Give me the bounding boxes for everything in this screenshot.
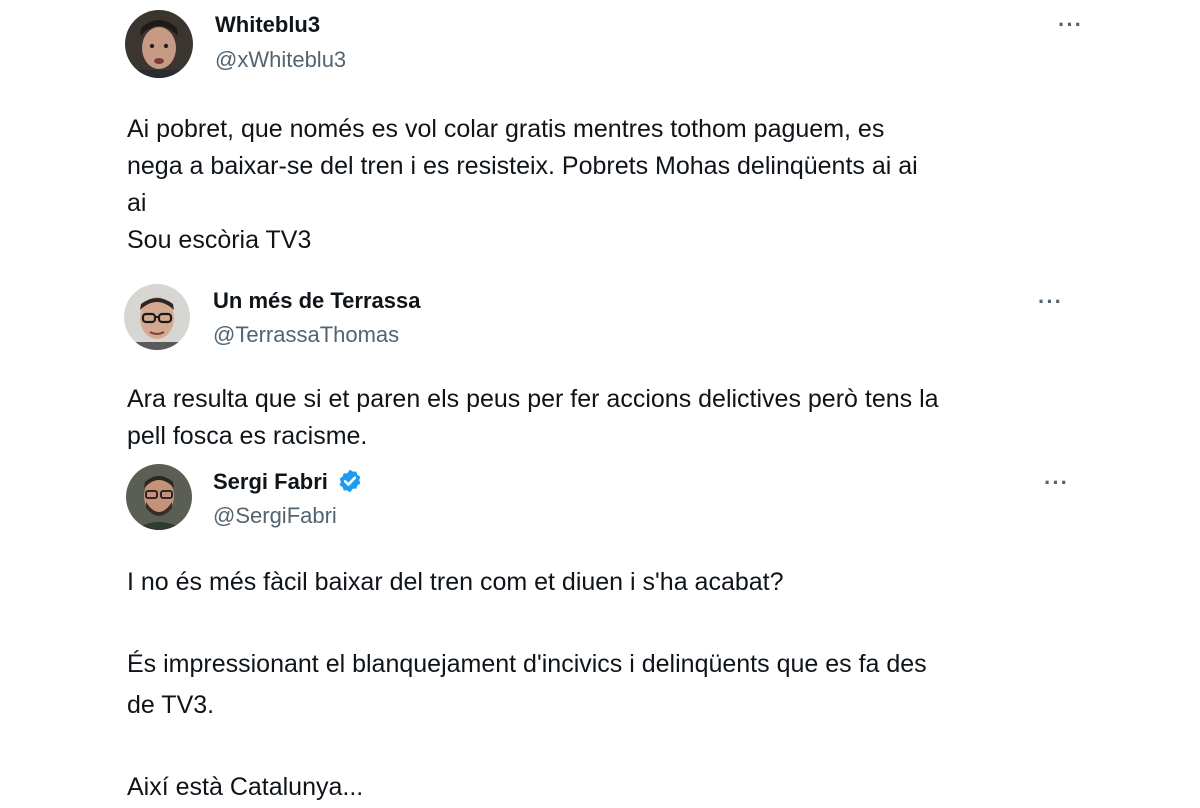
display-name[interactable]: Whiteblu3 (215, 12, 320, 38)
more-options-button[interactable]: ··· (1058, 14, 1083, 36)
user-handle[interactable]: @SergiFabri (213, 503, 337, 529)
user-avatar-icon (125, 10, 193, 78)
more-options-button[interactable]: ··· (1044, 472, 1069, 494)
tweet-text: Ara resulta que si et paren els peus per… (127, 385, 939, 450)
tweet-card[interactable]: Whiteblu3 @xWhiteblu3 ··· Ai pobret, que… (100, 0, 1120, 272)
tweet-text: I no és més fàcil baixar del tren com et… (127, 568, 927, 801)
user-avatar-icon (124, 284, 190, 350)
user-handle[interactable]: @TerrassaThomas (213, 322, 399, 348)
more-options-button[interactable]: ··· (1038, 291, 1063, 313)
tweet-text: Ai pobret, que només es vol colar gratis… (127, 115, 918, 254)
avatar[interactable] (125, 10, 193, 78)
verified-badge-icon (340, 469, 361, 493)
user-avatar-icon (126, 464, 192, 530)
user-handle[interactable]: @xWhiteblu3 (215, 47, 346, 73)
avatar[interactable] (126, 464, 192, 530)
tweet-card[interactable]: Un més de Terrassa @TerrassaThomas ··· A… (100, 280, 1095, 460)
tweet-card[interactable]: Sergi Fabri @SergiFabri ··· I no és més … (100, 458, 1103, 801)
display-name[interactable]: Un més de Terrassa (213, 288, 420, 314)
display-name[interactable]: Sergi Fabri (213, 469, 328, 494)
avatar[interactable] (124, 284, 190, 350)
